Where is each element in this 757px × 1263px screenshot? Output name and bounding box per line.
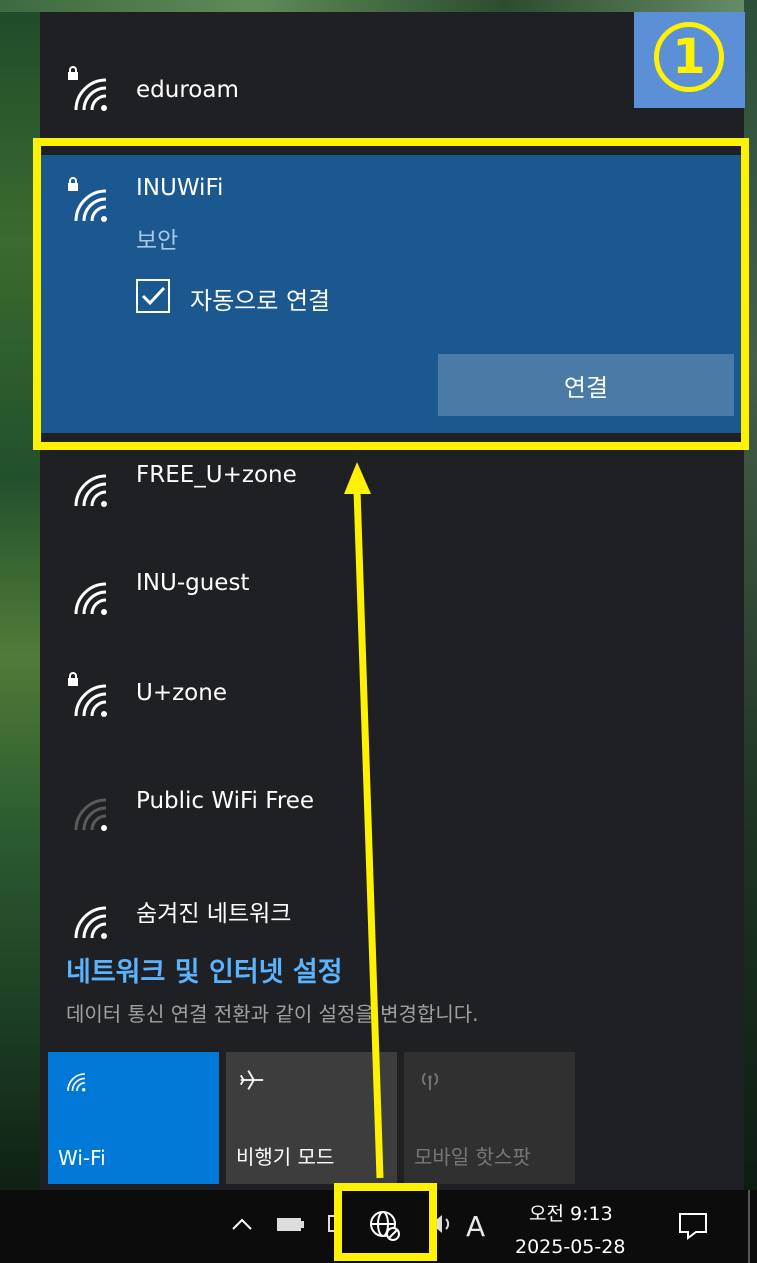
network-name: U+zone xyxy=(136,680,227,706)
tile-label: 모바일 핫스팟 xyxy=(414,1145,531,1169)
wifi-weak-signal-icon xyxy=(62,786,108,832)
ime-indicator[interactable]: A xyxy=(466,1210,485,1243)
network-name: FREE_U+zone xyxy=(136,462,297,488)
action-center-icon[interactable] xyxy=(676,1210,710,1242)
network-settings-link[interactable]: 네트워크 및 인터넷 설정 xyxy=(66,950,343,989)
highlight-box-network-icon xyxy=(334,1183,437,1261)
wifi-secured-icon xyxy=(62,672,108,718)
network-name: INU-guest xyxy=(136,570,250,596)
clock-time[interactable]: 오전 9:13 xyxy=(529,1199,613,1226)
network-item-public-wifi[interactable]: Public WiFi Free xyxy=(40,746,744,854)
taskbar-divider xyxy=(748,1190,750,1263)
network-name: eduroam xyxy=(136,77,239,103)
network-name: 숨겨진 네트워크 xyxy=(136,901,292,927)
wifi-open-icon xyxy=(62,462,108,508)
wifi-open-icon xyxy=(62,570,108,616)
network-item-hidden[interactable]: 숨겨진 네트워크 xyxy=(40,854,744,962)
show-hidden-icons-chevron-icon[interactable] xyxy=(228,1210,256,1238)
battery-icon[interactable] xyxy=(274,1210,306,1238)
background-foliage-top xyxy=(0,0,757,12)
highlight-box-network xyxy=(33,138,749,450)
network-item-inu-guest[interactable]: INU-guest xyxy=(40,530,744,638)
wifi-secured-icon xyxy=(62,66,108,112)
quick-action-airplane-mode[interactable]: 비행기 모드 xyxy=(226,1052,397,1184)
airplane-icon xyxy=(238,1066,266,1100)
tile-label: 비행기 모드 xyxy=(236,1145,335,1169)
step-badge: 1 xyxy=(634,12,745,108)
wifi-open-icon xyxy=(62,894,108,940)
clock-date[interactable]: 2025-05-28 xyxy=(515,1236,625,1258)
hotspot-icon xyxy=(416,1066,444,1098)
quick-action-mobile-hotspot[interactable]: 모바일 핫스팟 xyxy=(404,1052,575,1184)
network-name: Public WiFi Free xyxy=(136,788,315,814)
network-item-uzone[interactable]: U+zone xyxy=(40,638,744,746)
wifi-icon xyxy=(60,1066,86,1098)
network-settings-description: 데이터 통신 연결 전환과 같이 설정을 변경합니다. xyxy=(66,1002,479,1026)
tile-label: Wi-Fi xyxy=(58,1146,106,1170)
quick-action-wifi[interactable]: Wi-Fi xyxy=(48,1052,219,1184)
step-number: 1 xyxy=(654,22,724,92)
